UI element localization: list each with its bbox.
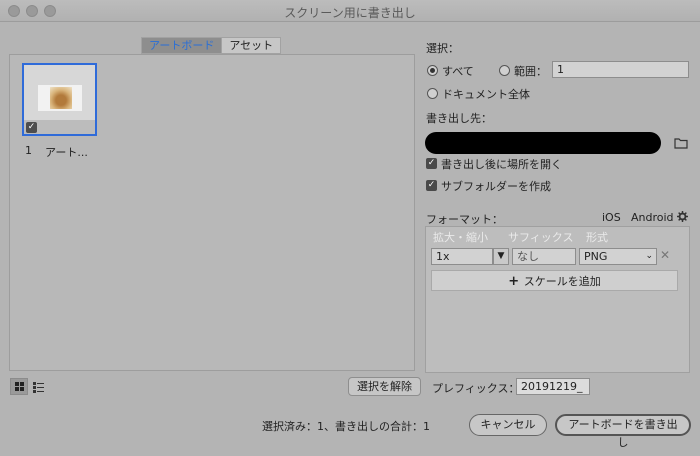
add-scale-button[interactable]: + スケールを追加 <box>431 270 678 291</box>
export-artboards-button[interactable]: アートボードを書き出し <box>555 414 691 449</box>
select-title: 選択： <box>426 42 459 55</box>
select-document-label: ドキュメント全体 <box>442 88 530 101</box>
artboard-image <box>50 87 72 109</box>
format-column-header: 形式 <box>586 231 608 244</box>
chevron-down-icon: ⌄ <box>645 251 653 261</box>
formats-title: フォーマット： <box>426 213 503 226</box>
list-view-icon <box>33 382 44 393</box>
prefix-label: プレフィックス： <box>432 382 520 395</box>
prefix-input[interactable]: 20191219_ <box>516 378 590 395</box>
status-text: 選択済み：1、書き出しの合計：1 <box>262 420 430 433</box>
artboard-name: アート... <box>45 146 88 159</box>
plus-icon: + <box>508 274 524 289</box>
list-view-button[interactable] <box>30 378 48 395</box>
tab-artboards[interactable]: アートボード <box>141 37 223 54</box>
view-tabs: アートボード アセット <box>141 37 282 54</box>
select-range-radio[interactable] <box>499 65 510 76</box>
scale-dropdown-button[interactable]: ▼ <box>493 248 509 265</box>
android-preset-button[interactable]: Android <box>631 211 674 224</box>
open-after-export-label: 書き出し後に場所を開く <box>441 158 562 171</box>
export-to-title: 書き出し先： <box>426 112 492 125</box>
tab-assets[interactable]: アセット <box>222 37 282 54</box>
scale-select[interactable]: 1x <box>431 248 493 265</box>
add-scale-label: スケールを追加 <box>523 275 601 288</box>
suffix-input[interactable]: なし <box>512 248 576 265</box>
window-title: スクリーン用に書き出し <box>284 6 416 20</box>
select-all-label: すべて <box>442 65 474 78</box>
title-bar: スクリーン用に書き出し <box>0 0 700 22</box>
artboard-thumbnail[interactable]: ✓ <box>22 63 97 136</box>
gear-icon[interactable] <box>677 211 688 222</box>
format-select[interactable]: PNG ⌄ <box>579 248 657 265</box>
select-document-radio[interactable] <box>427 88 438 99</box>
scale-column-header: 拡大・縮小 <box>433 231 488 244</box>
create-subfolder-checkbox[interactable]: ✓ <box>426 180 437 191</box>
cancel-button[interactable]: キャンセル <box>469 414 547 436</box>
deselect-button[interactable]: 選択を解除 <box>348 377 421 396</box>
format-select-value: PNG <box>584 250 608 263</box>
grid-view-icon <box>15 382 24 391</box>
ios-preset-button[interactable]: iOS <box>602 211 621 224</box>
folder-icon[interactable] <box>674 136 688 150</box>
grid-view-button[interactable] <box>10 378 28 395</box>
suffix-column-header: サフィックス <box>508 231 574 244</box>
select-all-radio[interactable] <box>427 65 438 76</box>
delete-row-icon[interactable]: ✕ <box>660 248 670 262</box>
range-input[interactable]: 1 <box>552 61 689 78</box>
export-path-field[interactable] <box>425 132 661 154</box>
open-after-export-checkbox[interactable]: ✓ <box>426 158 437 169</box>
artboard-checkbox[interactable]: ✓ <box>26 122 37 133</box>
artboard-number: 1 <box>25 144 32 157</box>
select-range-label: 範囲： <box>514 65 547 78</box>
create-subfolder-label: サブフォルダーを作成 <box>441 180 551 193</box>
